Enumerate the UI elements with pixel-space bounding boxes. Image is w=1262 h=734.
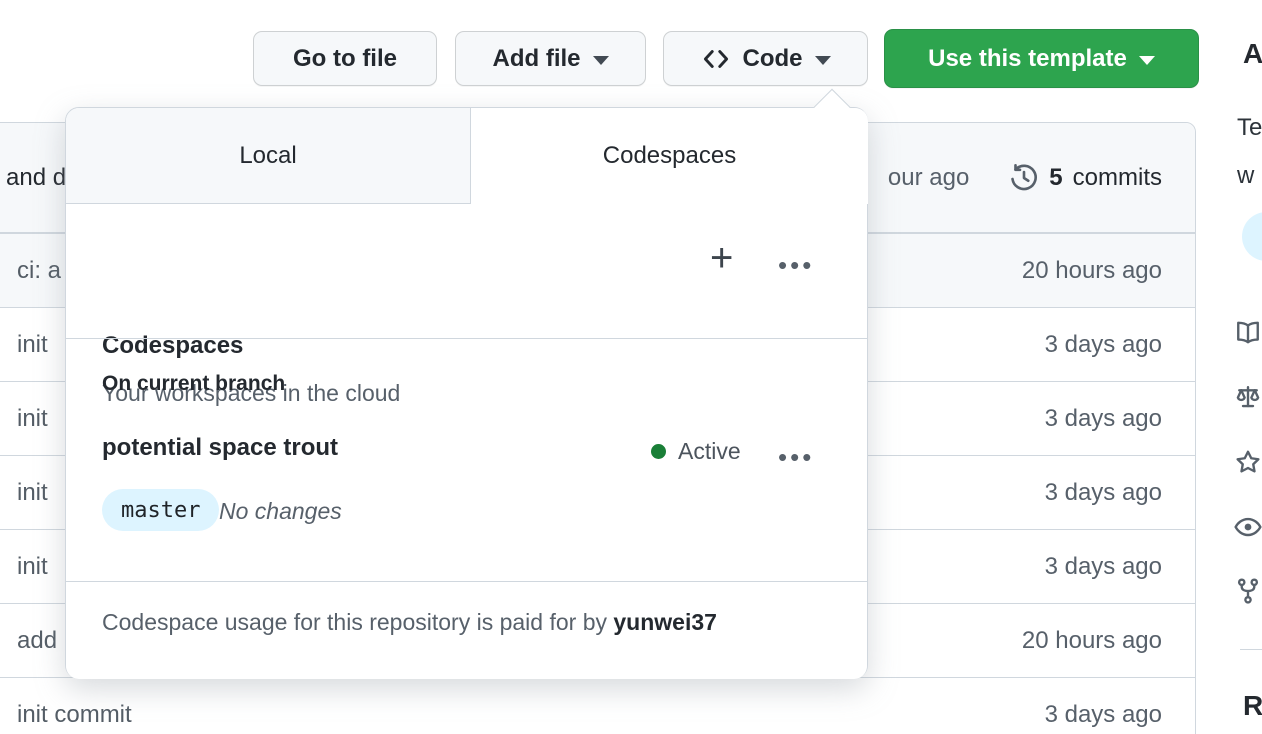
codespaces-kebab-menu-button[interactable]: ••• <box>778 250 814 281</box>
repo-description-line2: w <box>1237 162 1255 189</box>
topic-tag[interactable] <box>1242 212 1262 261</box>
use-this-template-button[interactable]: Use this template <box>884 29 1199 88</box>
history-clock-icon <box>1009 163 1039 193</box>
latest-commit-time: our ago <box>887 163 970 191</box>
row-time: 3 days ago <box>1044 478 1162 506</box>
table-row[interactable]: init commit 3 days ago <box>0 677 1195 734</box>
commits-label: commits <box>1072 163 1162 191</box>
popover-footer: Codespace usage for this repository is p… <box>66 581 867 679</box>
code-brackets-icon <box>701 44 731 74</box>
branch-badge: master <box>102 489 220 531</box>
readme-book-icon[interactable] <box>1233 318 1262 348</box>
repo-page: and d our ago 5 commits ci: a 20 hours a… <box>0 0 1262 734</box>
chevron-down-icon <box>592 55 609 65</box>
commit-count: 5 <box>1049 163 1063 191</box>
branch-name: master <box>121 497 201 523</box>
tab-local[interactable]: Local <box>66 108 471 204</box>
releases-heading: R <box>1243 690 1262 721</box>
latest-commit-message[interactable]: and d <box>6 164 66 192</box>
row-commit-message[interactable]: init <box>17 553 48 581</box>
commit-history-link[interactable]: 5 commits <box>1009 163 1162 193</box>
row-time: 20 hours ago <box>1021 626 1162 654</box>
code-label: Code <box>742 44 803 72</box>
footer-owner: yunwei37 <box>613 609 717 635</box>
row-time: 3 days ago <box>1044 404 1162 432</box>
star-icon[interactable] <box>1233 447 1262 477</box>
changes-note: No changes <box>219 498 342 524</box>
codespace-status: Active <box>651 438 741 465</box>
add-file-label: Add file <box>492 44 581 72</box>
sidebar-divider <box>1240 649 1262 650</box>
tab-codespaces-label: Codespaces <box>602 142 737 169</box>
repo-description-line1: Te <box>1237 114 1262 141</box>
footer-text: Codespace usage for this repository is p… <box>102 609 614 635</box>
go-to-file-button[interactable]: Go to file <box>253 31 437 86</box>
active-status-dot-icon <box>651 444 666 459</box>
use-this-template-label: Use this template <box>928 44 1127 72</box>
row-time: 20 hours ago <box>1021 256 1162 284</box>
tab-codespaces[interactable]: Codespaces <box>471 108 868 204</box>
go-to-file-label: Go to file <box>293 44 397 72</box>
row-commit-message[interactable]: init <box>17 331 48 359</box>
popover-divider <box>66 338 867 339</box>
row-commit-message[interactable]: init <box>17 405 48 433</box>
about-sidebar: A Te w R <box>1233 0 1262 734</box>
chevron-down-icon <box>1138 55 1155 65</box>
fork-icon[interactable] <box>1233 576 1262 606</box>
popover-tabbar: Local Codespaces <box>66 108 868 204</box>
status-label: Active <box>678 438 741 464</box>
row-commit-message[interactable]: add <box>17 627 57 655</box>
on-current-branch-label: On current branch <box>102 372 286 395</box>
about-heading: A <box>1243 38 1262 69</box>
row-commit-message[interactable]: init <box>17 479 48 507</box>
row-commit-message[interactable]: init commit <box>17 701 132 729</box>
row-time: 3 days ago <box>1044 552 1162 580</box>
code-button[interactable]: Code <box>663 31 868 86</box>
codespace-name[interactable]: potential space trout <box>102 434 338 462</box>
new-codespace-plus-button[interactable]: + <box>710 238 733 278</box>
row-commit-message[interactable]: ci: a <box>17 257 61 285</box>
tab-local-label: Local <box>239 141 297 169</box>
codespace-kebab-menu-button[interactable]: ••• <box>778 442 814 473</box>
row-time: 3 days ago <box>1044 700 1162 728</box>
license-law-icon[interactable] <box>1233 382 1262 412</box>
chevron-down-icon <box>814 55 831 65</box>
code-dropdown-popover: Local Codespaces Codespaces Your workspa… <box>65 88 868 679</box>
codespaces-title: Codespaces <box>102 332 244 359</box>
eye-watch-icon[interactable] <box>1233 512 1262 542</box>
row-time: 3 days ago <box>1044 330 1162 358</box>
add-file-button[interactable]: Add file <box>455 31 646 86</box>
